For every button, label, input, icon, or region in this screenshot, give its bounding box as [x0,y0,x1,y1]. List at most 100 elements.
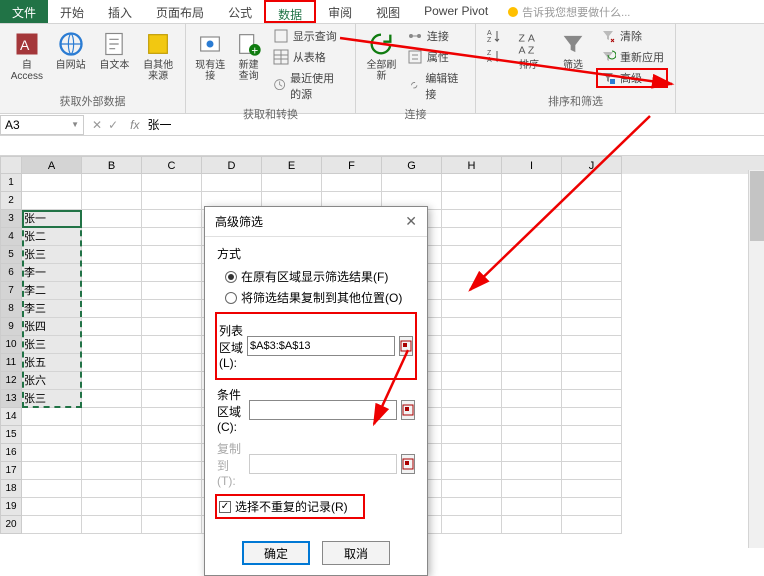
cell[interactable] [442,516,502,534]
from-access-button[interactable]: A自 Access [6,26,48,84]
cell[interactable] [442,408,502,426]
cell[interactable] [82,246,142,264]
new-query-button[interactable]: +新建 查询 [230,26,266,84]
cell[interactable] [562,300,622,318]
column-header[interactable]: A [22,156,82,174]
ok-button[interactable]: 确定 [242,541,310,565]
cell[interactable] [142,282,202,300]
cell[interactable] [502,264,562,282]
advanced-filter-button[interactable]: 高级 [596,68,668,88]
cell[interactable] [562,228,622,246]
cell[interactable] [262,174,322,192]
criteria-range-input[interactable] [249,400,397,420]
tab-review[interactable]: 审阅 [316,0,364,23]
cell[interactable] [142,318,202,336]
cell[interactable] [442,282,502,300]
cell[interactable] [502,354,562,372]
cell[interactable] [502,282,562,300]
cell[interactable] [562,480,622,498]
formula-input[interactable]: 张一 [143,114,764,135]
cell[interactable] [562,210,622,228]
row-header[interactable]: 5 [0,246,22,264]
row-header[interactable]: 12 [0,372,22,390]
column-header[interactable]: I [502,156,562,174]
cell[interactable] [502,246,562,264]
cell[interactable] [142,300,202,318]
cell[interactable] [142,354,202,372]
tab-powerpivot[interactable]: Power Pivot [412,0,500,23]
cell[interactable] [82,192,142,210]
cell[interactable] [562,498,622,516]
cell[interactable] [82,372,142,390]
cell[interactable] [502,516,562,534]
tab-home[interactable]: 开始 [48,0,96,23]
cell[interactable] [562,174,622,192]
copy-to-picker[interactable] [401,454,415,474]
cell[interactable] [562,192,622,210]
list-range-input[interactable] [247,336,395,356]
existing-conn-button[interactable]: 现有连接 [192,26,228,84]
cell[interactable]: 张二 [22,228,82,246]
tab-view[interactable]: 视图 [364,0,412,23]
filter-button[interactable]: 筛选 [552,26,594,73]
cell[interactable] [82,498,142,516]
cell[interactable] [142,408,202,426]
cell[interactable] [502,498,562,516]
row-header[interactable]: 3 [0,210,22,228]
cell[interactable] [142,444,202,462]
cell[interactable] [502,210,562,228]
cell[interactable] [442,192,502,210]
scrollbar-thumb[interactable] [750,171,764,241]
cell[interactable] [562,462,622,480]
cell[interactable] [442,462,502,480]
cell[interactable] [562,372,622,390]
cell[interactable] [442,246,502,264]
cell[interactable]: 李三 [22,300,82,318]
select-all-corner[interactable] [0,156,22,174]
sort-az-button[interactable]: AZ [482,26,506,46]
cell[interactable] [82,516,142,534]
cell[interactable] [502,444,562,462]
cell[interactable] [502,192,562,210]
cell[interactable] [442,444,502,462]
cell[interactable] [442,372,502,390]
cell[interactable] [502,390,562,408]
cell[interactable] [82,426,142,444]
edit-links-button[interactable]: 编辑链接 [403,68,469,104]
tell-me[interactable]: 告诉我您想要做什么... [500,0,638,23]
unique-records-checkbox[interactable]: 选择不重复的记录(R) [219,498,361,515]
tab-data[interactable]: 数据 [264,0,316,23]
cell[interactable] [142,426,202,444]
cell[interactable] [82,174,142,192]
criteria-range-picker[interactable] [401,400,415,420]
tab-formula[interactable]: 公式 [216,0,264,23]
row-header[interactable]: 20 [0,516,22,534]
row-header[interactable]: 19 [0,498,22,516]
row-header[interactable]: 2 [0,192,22,210]
cell[interactable]: 张三 [22,336,82,354]
cell[interactable] [562,516,622,534]
cell[interactable] [82,228,142,246]
cell[interactable] [82,210,142,228]
cell[interactable] [442,498,502,516]
cell[interactable] [22,480,82,498]
cell[interactable]: 张三 [22,390,82,408]
show-queries-button[interactable]: 显示查询 [269,26,349,46]
cell[interactable] [502,174,562,192]
connections-button[interactable]: 连接 [403,26,469,46]
row-header[interactable]: 1 [0,174,22,192]
cell[interactable] [442,426,502,444]
cell[interactable]: 李一 [22,264,82,282]
reapply-button[interactable]: 重新应用 [596,47,668,67]
cell[interactable] [142,462,202,480]
cell[interactable] [22,516,82,534]
cell[interactable] [442,210,502,228]
cell[interactable] [562,246,622,264]
cell[interactable] [562,408,622,426]
row-header[interactable]: 8 [0,300,22,318]
row-header[interactable]: 7 [0,282,22,300]
vertical-scrollbar[interactable] [748,170,764,548]
cell[interactable]: 张三 [22,246,82,264]
cell[interactable] [562,444,622,462]
cell[interactable] [202,174,262,192]
